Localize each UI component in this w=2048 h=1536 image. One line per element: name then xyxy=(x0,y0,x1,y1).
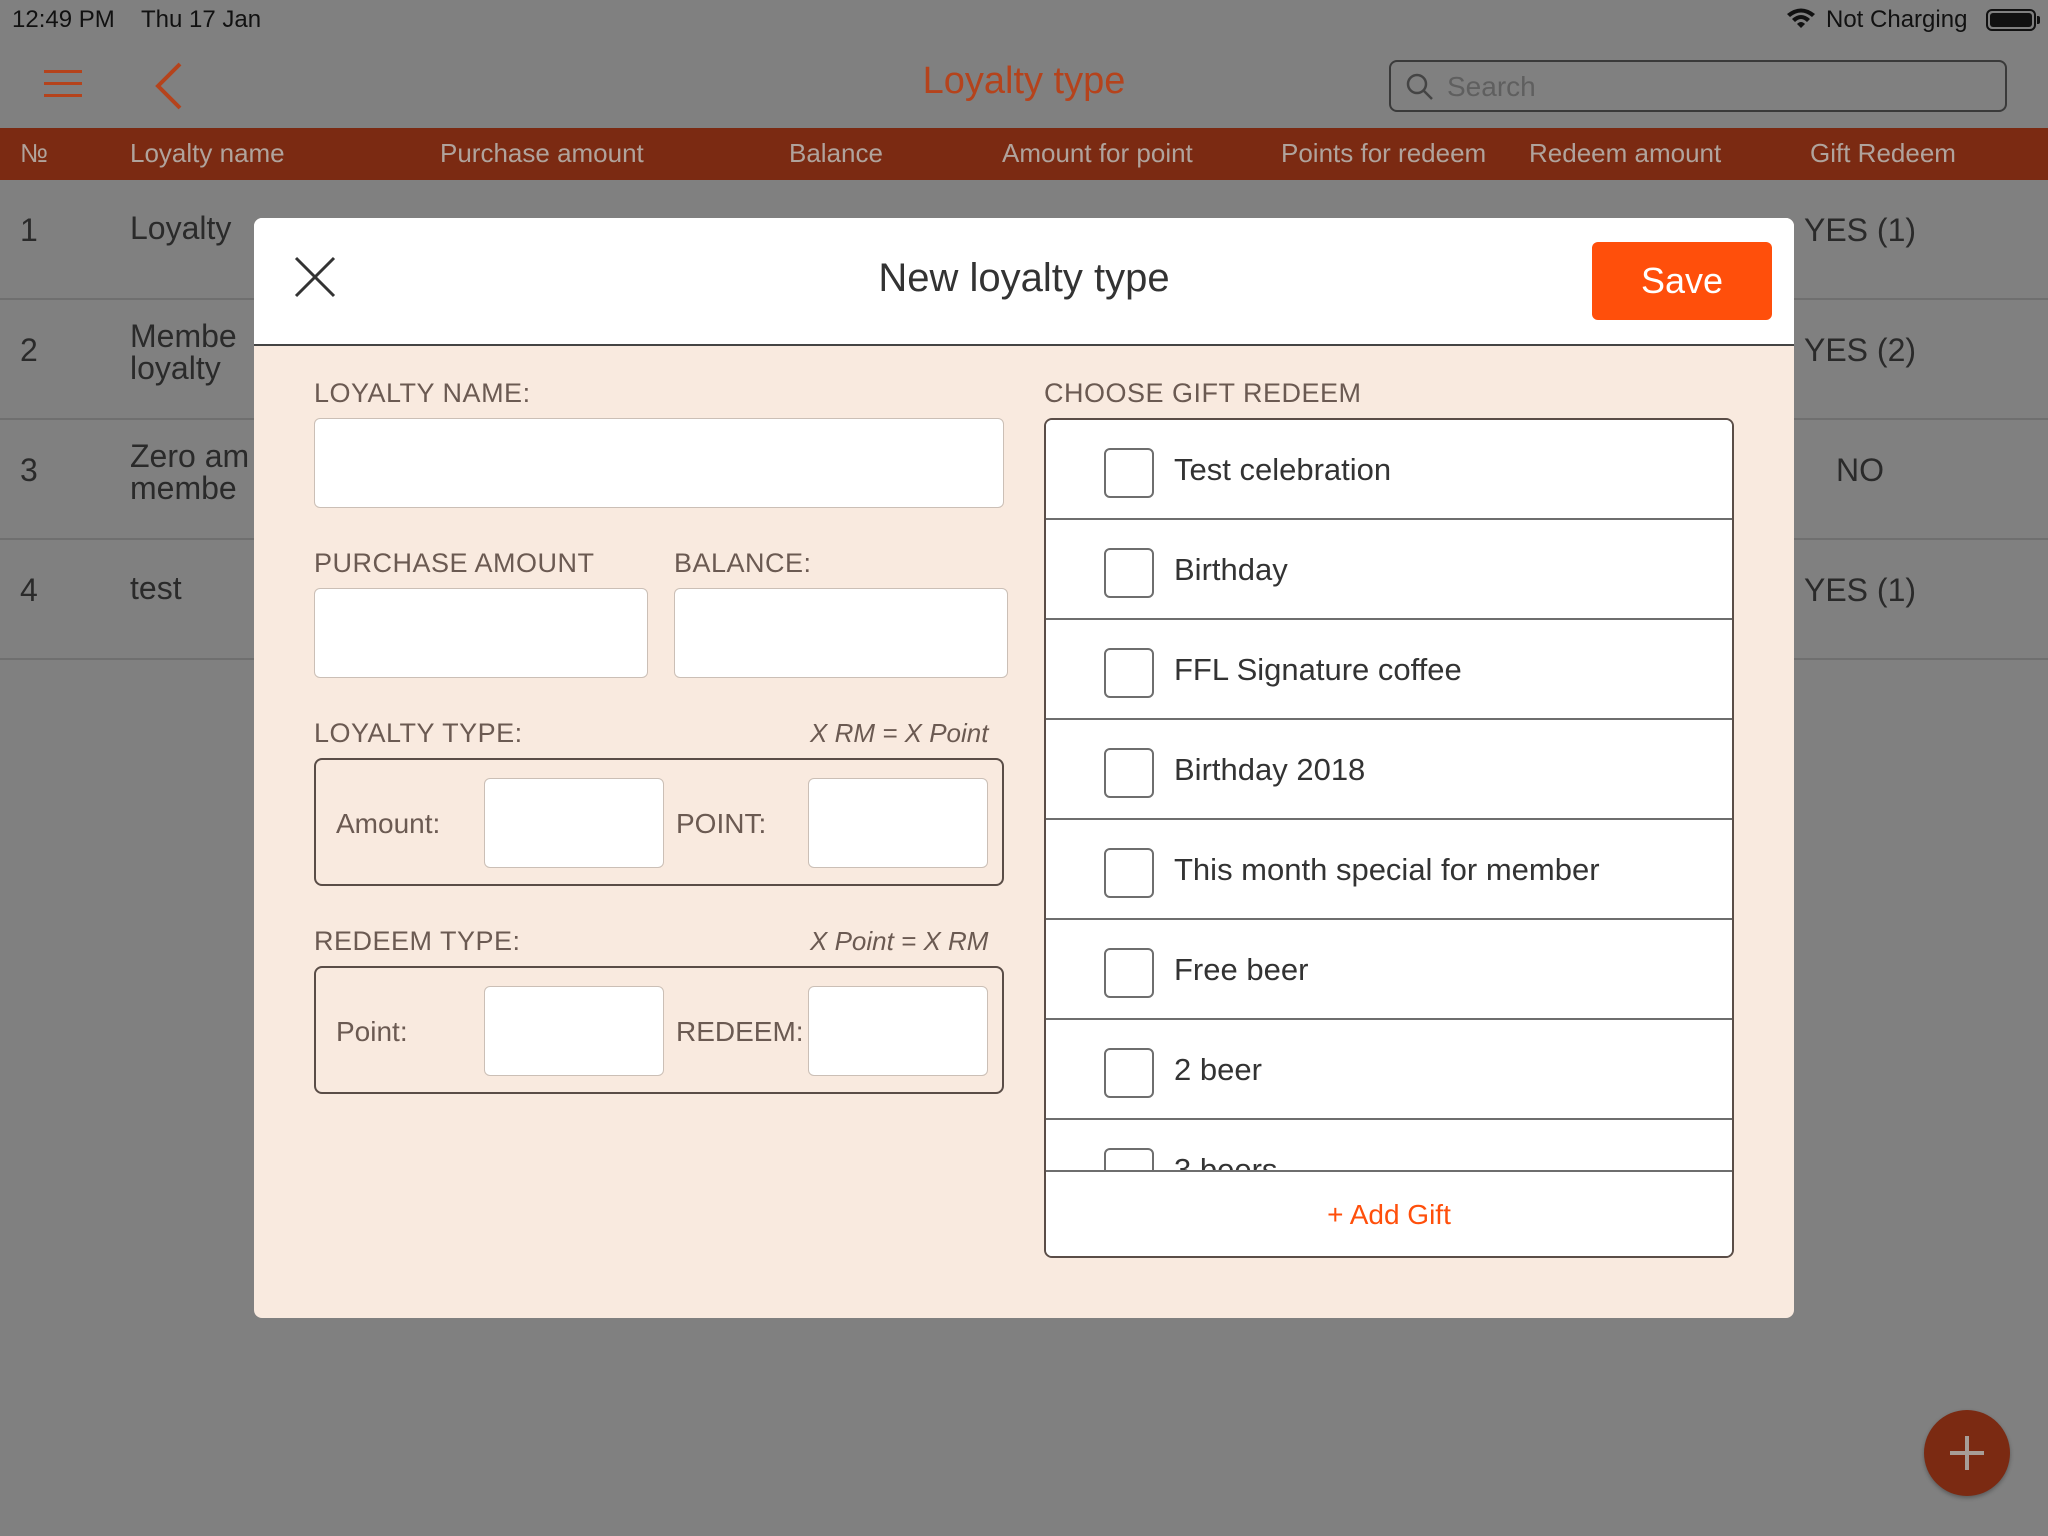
balance-input[interactable] xyxy=(674,588,1008,678)
gift-checkbox[interactable] xyxy=(1104,448,1154,498)
gift-checkbox[interactable] xyxy=(1104,1148,1154,1170)
redeem-point-label: Point: xyxy=(336,1016,408,1047)
gift-label: Birthday 2018 xyxy=(1174,752,1366,787)
gift-item[interactable]: Test celebration xyxy=(1046,420,1732,520)
add-gift-button[interactable]: + Add Gift xyxy=(1046,1170,1732,1256)
redeem-point-input[interactable] xyxy=(484,986,664,1076)
wifi-icon xyxy=(1787,8,1815,28)
point-input[interactable] xyxy=(808,778,988,868)
search-icon xyxy=(1406,73,1433,100)
purchase-amount-input[interactable] xyxy=(314,588,648,678)
redeem-type-box: Point: REDEEM: xyxy=(314,966,1004,1094)
status-time: 12:49 PM xyxy=(12,6,115,33)
gift-label: 2 beer xyxy=(1174,1052,1262,1087)
loyalty-type-hint: X RM = X Point xyxy=(810,718,989,748)
nav-bar: Loyalty type xyxy=(0,40,2048,128)
gift-label: 3 beers xyxy=(1174,1152,1278,1170)
column-header-purchase-amount: Purchase amount xyxy=(440,138,644,168)
row-number: 2 xyxy=(20,332,38,368)
column-header-balance: Balance xyxy=(789,138,883,168)
save-button[interactable]: Save xyxy=(1592,242,1772,320)
gift-item[interactable]: Birthday xyxy=(1046,520,1732,620)
purchase-amount-label: PURCHASE AMOUNT xyxy=(314,548,595,578)
balance-label: BALANCE: xyxy=(674,548,812,578)
search-bar[interactable] xyxy=(1389,60,2007,112)
gift-item[interactable]: FFL Signature coffee xyxy=(1046,620,1732,720)
gift-label: This month special for member xyxy=(1174,852,1600,887)
redeem-amount-input[interactable] xyxy=(808,986,988,1076)
column-header-gift-redeem: Gift Redeem xyxy=(1810,138,1956,168)
gift-item[interactable]: 2 beer xyxy=(1046,1020,1732,1120)
add-loyalty-type-fab[interactable] xyxy=(1924,1410,2010,1496)
redeem-label: REDEEM: xyxy=(676,1016,804,1047)
gift-label: Free beer xyxy=(1174,952,1309,987)
new-loyalty-type-modal: New loyalty type Save LOYALTY NAME: PURC… xyxy=(254,218,1794,1318)
redeem-type-label: REDEEM TYPE: xyxy=(314,926,521,956)
column-header-number: № xyxy=(20,138,48,168)
row-number: 1 xyxy=(20,212,38,248)
point-label: POINT: xyxy=(676,808,767,839)
gift-item[interactable]: 3 beers xyxy=(1046,1120,1732,1170)
gift-label: Birthday xyxy=(1174,552,1288,587)
gift-item[interactable]: This month special for member xyxy=(1046,820,1732,920)
gift-label: FFL Signature coffee xyxy=(1174,652,1462,687)
status-bar: 12:49 PM Thu 17 Jan Not Charging xyxy=(0,0,2048,40)
loyalty-type-box: Amount: POINT: xyxy=(314,758,1004,886)
gift-checkbox[interactable] xyxy=(1104,1048,1154,1098)
charging-status: Not Charging xyxy=(1826,6,1968,33)
column-header-amount-for-point: Amount for point xyxy=(1002,138,1193,168)
loyalty-name-label: LOYALTY NAME: xyxy=(314,378,531,408)
gift-checkbox[interactable] xyxy=(1104,948,1154,998)
row-number: 4 xyxy=(20,572,38,608)
gift-label: Test celebration xyxy=(1174,452,1392,487)
gift-checkbox[interactable] xyxy=(1104,848,1154,898)
gift-list: Test celebration Birthday FFL Signature … xyxy=(1044,418,1734,1258)
row-number: 3 xyxy=(20,452,38,488)
loyalty-type-label: LOYALTY TYPE: xyxy=(314,718,523,748)
column-header-redeem-amount: Redeem amount xyxy=(1529,138,1722,168)
redeem-type-hint: X Point = X RM xyxy=(810,926,989,956)
modal-header: New loyalty type Save xyxy=(254,218,1794,346)
gift-checkbox[interactable] xyxy=(1104,648,1154,698)
gift-list-scroll[interactable]: Test celebration Birthday FFL Signature … xyxy=(1046,420,1732,1170)
gift-checkbox[interactable] xyxy=(1104,548,1154,598)
status-date: Thu 17 Jan xyxy=(141,6,262,33)
column-header-loyalty-name: Loyalty name xyxy=(130,138,285,168)
search-input[interactable] xyxy=(1447,68,1987,106)
gift-item[interactable]: Birthday 2018 xyxy=(1046,720,1732,820)
amount-input[interactable] xyxy=(484,778,664,868)
battery-icon xyxy=(1986,9,2040,31)
amount-label: Amount: xyxy=(336,808,441,839)
choose-gift-redeem-label: CHOOSE GIFT REDEEM xyxy=(1044,378,1362,408)
modal-title: New loyalty type xyxy=(878,256,1170,300)
gift-item[interactable]: Free beer xyxy=(1046,920,1732,1020)
column-header-points-for-redeem: Points for redeem xyxy=(1281,138,1487,168)
gift-checkbox[interactable] xyxy=(1104,748,1154,798)
table-header: № Loyalty name Purchase amount Balance A… xyxy=(0,128,2048,180)
loyalty-name-input[interactable] xyxy=(314,418,1004,508)
